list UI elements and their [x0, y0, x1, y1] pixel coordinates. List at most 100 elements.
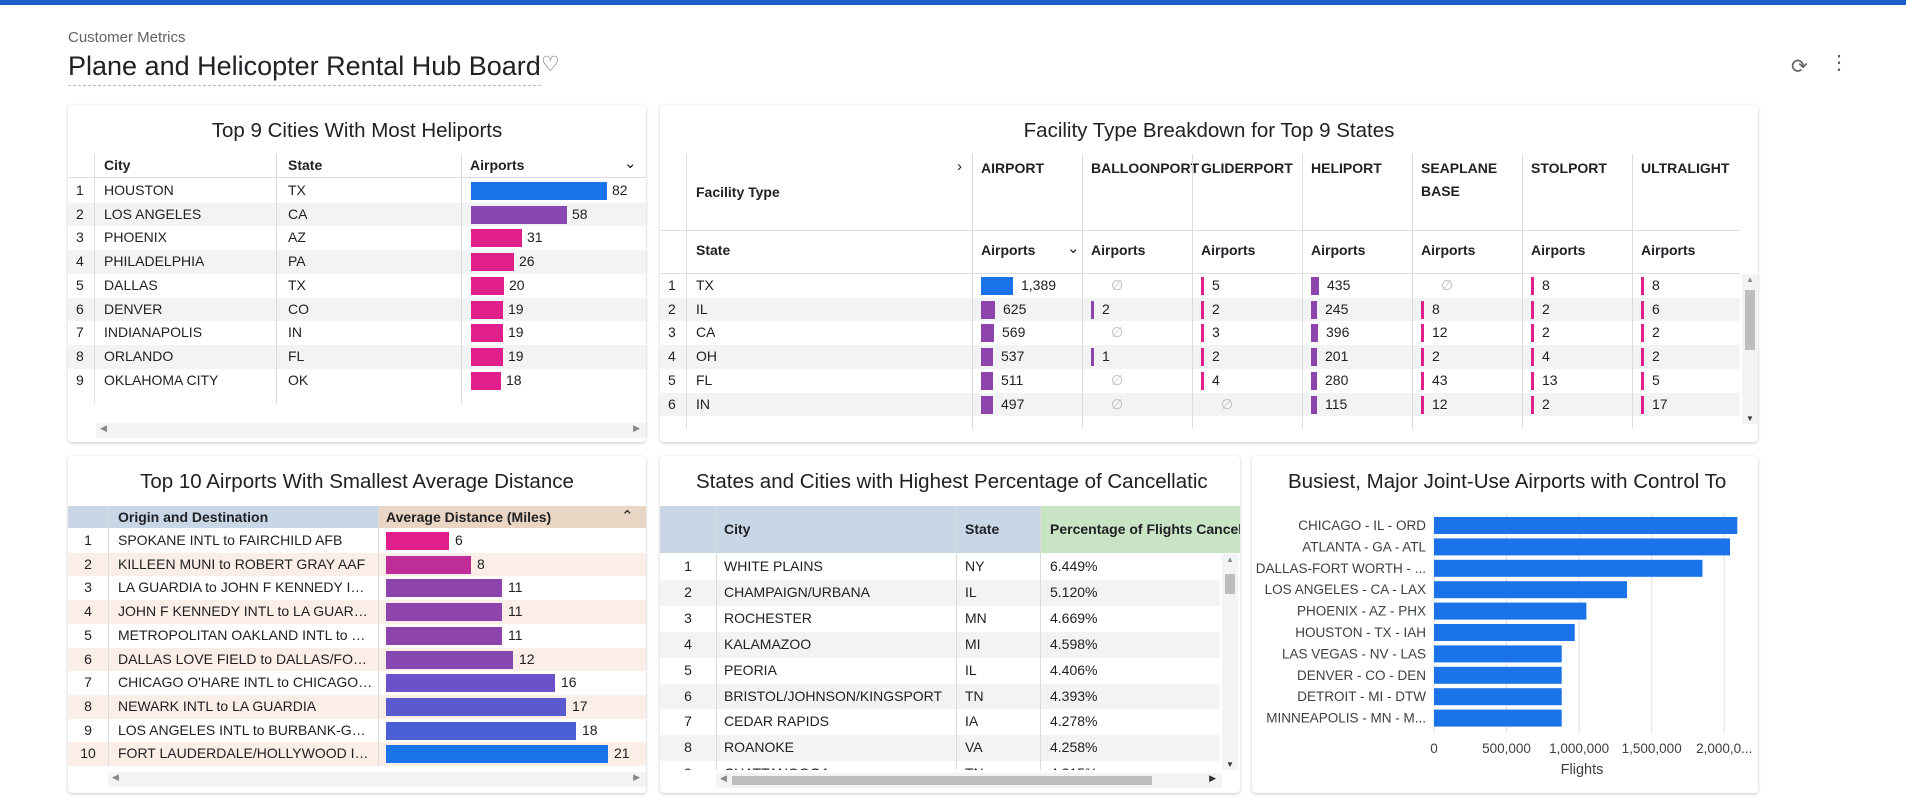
facility-value: 201	[1325, 348, 1349, 365]
facility-type-header[interactable]: BALLOONPORT	[1091, 157, 1199, 180]
category-label: MINNEAPOLIS - MN - M...	[1266, 711, 1426, 726]
table-row[interactable]: 3 LA GUARDIA to JOHN F KENNEDY INTL 11	[68, 576, 646, 601]
column-header-state[interactable]: State	[288, 157, 322, 173]
table-row[interactable]: 3 ROCHESTER MN 4.669%	[660, 605, 1220, 632]
bar[interactable]	[1434, 624, 1575, 641]
measure-header-airports[interactable]: Airports	[1641, 242, 1695, 258]
state-cell: OK	[288, 371, 309, 388]
table-row[interactable]: 7 INDIANAPOLIS IN 19	[68, 321, 646, 345]
category-label: DENVER - CO - DEN	[1297, 668, 1426, 683]
table-row[interactable]: 1 TX 1,389 ∅ 5 435 ∅ 8 8	[660, 274, 1740, 298]
table-row[interactable]: 7 CEDAR RAPIDS IA 4.278%	[660, 709, 1220, 736]
measure-header-airports[interactable]: Airports	[1091, 242, 1145, 258]
table-row[interactable]: 1 WHITE PLAINS NY 6.449%	[660, 554, 1220, 580]
facility-bar	[981, 300, 995, 319]
table-row[interactable]: 3 CA 569 ∅ 3 396 12 2 2	[660, 321, 1740, 345]
bar[interactable]	[1434, 645, 1562, 663]
horizontal-scrollbar[interactable]: ◀ ▶	[96, 423, 646, 438]
facility-type-header[interactable]: AIRPORT	[981, 157, 1081, 180]
table-row[interactable]: 8 NEWARK INTL to LA GUARDIA 17	[68, 694, 646, 719]
column-header-state[interactable]: State	[965, 521, 999, 537]
table-row[interactable]: 6 DALLAS LOVE FIELD to DALLAS/FORT ... 12	[68, 647, 646, 672]
table-row[interactable]: 5 PEORIA IL 4.406%	[660, 657, 1220, 684]
bar[interactable]	[1434, 709, 1562, 727]
heart-outline-icon[interactable]: ♡	[541, 52, 560, 77]
bar[interactable]	[1434, 538, 1731, 556]
state-cell: IA	[965, 713, 979, 730]
table-row[interactable]: 6 BRISTOL/JOHNSON/KINGSPORT TN 4.393%	[660, 683, 1220, 710]
table-row[interactable]: 6 DENVER CO 19	[68, 297, 646, 322]
row-number: 9	[76, 371, 84, 388]
table-row[interactable]: 5 METROPOLITAN OAKLAND INTL to SA... 11	[68, 623, 646, 648]
facility-type-header[interactable]: GLIDERPORT	[1201, 157, 1301, 180]
column-header-origin-destination[interactable]: Origin and Destination	[118, 509, 268, 525]
chevron-down-icon[interactable]: ⌄	[1067, 239, 1080, 257]
column-divider	[1632, 154, 1633, 429]
facility-bar	[1201, 348, 1204, 367]
breadcrumb[interactable]: Customer Metrics	[68, 29, 186, 46]
table-row[interactable]: 2 LOS ANGELES CA 58	[68, 202, 646, 227]
table-row[interactable]: 9 OKLAHOMA CITY OK 18	[68, 369, 646, 393]
chevron-up-icon[interactable]: ⌃	[621, 507, 634, 525]
facility-value: 1	[1102, 348, 1110, 365]
table-row[interactable]: 9 CHATTANOOGA TN 4.215%	[660, 761, 1220, 770]
measure-header-airports[interactable]: Airports	[1421, 242, 1475, 258]
table-row[interactable]: 2 CHAMPAIGN/URBANA IL 5.120%	[660, 579, 1220, 606]
table-row[interactable]: 10 FORT LAUDERDALE/HOLLYWOOD INTL ... 21	[68, 742, 646, 766]
bar[interactable]	[1434, 602, 1587, 620]
bar[interactable]	[1434, 559, 1703, 577]
table-row[interactable]: 3 PHOENIX AZ 31	[68, 226, 646, 250]
facility-type-header[interactable]: ULTRALIGHT	[1641, 157, 1741, 180]
state-cell: CA	[696, 324, 716, 341]
chevron-down-icon[interactable]: ⌄	[624, 154, 637, 172]
category-label: PHOENIX - AZ - PHX	[1297, 604, 1426, 619]
category-label: DALLAS-FORT WORTH - ...	[1256, 561, 1426, 576]
vertical-scrollbar[interactable]: ▲ ▼	[1742, 274, 1758, 424]
facility-type-header[interactable]: STOLPORT	[1531, 157, 1631, 180]
table-row[interactable]: 2 KILLEEN MUNI to ROBERT GRAY AAF 8	[68, 552, 646, 577]
city-cell: LOS ANGELES	[104, 205, 202, 222]
bar[interactable]	[1434, 666, 1562, 684]
bar[interactable]	[1434, 688, 1562, 706]
table-row[interactable]: 4 KALAMAZOO MI 4.598%	[660, 631, 1220, 658]
facility-value: 245	[1325, 300, 1349, 317]
facility-value: 569	[1002, 324, 1026, 341]
facility-type-header[interactable]: SEAPLANE BASE	[1421, 157, 1521, 203]
row-number: 10	[80, 745, 96, 762]
measure-header-airports[interactable]: Airports	[981, 242, 1035, 258]
table-row[interactable]: 2 IL 625 2 2 245 8 2 6	[660, 297, 1740, 322]
table-row[interactable]: 6 IN 497 ∅ ∅ 115 12 2 17	[660, 392, 1740, 417]
table-row[interactable]: 1 SPOKANE INTL to FAIRCHILD AFB 6	[68, 529, 646, 553]
refresh-icon[interactable]: ⟳	[1791, 54, 1808, 79]
horizontal-scrollbar[interactable]: ◀ ▶	[716, 773, 1222, 788]
table-row[interactable]: 4 JOHN F KENNEDY INTL to LA GUARDIA 11	[68, 600, 646, 624]
table-row[interactable]: 1 HOUSTON TX 82	[68, 179, 646, 203]
bar[interactable]	[1434, 517, 1738, 534]
column-header-airports[interactable]: Airports	[470, 157, 524, 173]
table-row[interactable]: 8 ORLANDO FL 19	[68, 344, 646, 369]
column-header-city[interactable]: City	[724, 521, 750, 537]
table-row[interactable]: 4 OH 537 1 2 201 2 4 2	[660, 345, 1740, 369]
table-row[interactable]: 7 CHICAGO O'HARE INTL to CHICAGO MI... 16	[68, 671, 646, 695]
row-number: 2	[84, 555, 92, 572]
measure-header-airports[interactable]: Airports	[1201, 242, 1255, 258]
table-row[interactable]: 8 ROANOKE VA 4.258%	[660, 735, 1220, 762]
more-vert-icon[interactable]: ⋮	[1829, 53, 1849, 73]
table-row[interactable]: 4 PHILADELPHIA PA 26	[68, 250, 646, 274]
bar[interactable]	[1434, 581, 1628, 599]
vertical-scrollbar[interactable]: ▲ ▼	[1222, 554, 1238, 770]
distance-bar	[386, 626, 502, 645]
measure-header-airports[interactable]: Airports	[1531, 242, 1585, 258]
chevron-right-icon[interactable]: ›	[957, 158, 962, 175]
column-header-percentage-cancelled[interactable]: Percentage of Flights Cancelled	[1050, 521, 1240, 537]
table-row[interactable]: 9 LOS ANGELES INTL to BURBANK-GLEN... 18	[68, 718, 646, 743]
table-row[interactable]: 5 FL 511 ∅ 4 280 43 13 5	[660, 369, 1740, 393]
facility-type-header[interactable]: HELIPORT	[1311, 157, 1411, 180]
row-header-state[interactable]: State	[696, 242, 730, 258]
column-header-average-distance[interactable]: Average Distance (Miles)	[386, 509, 551, 525]
horizontal-scrollbar[interactable]: ◀ ▶	[108, 772, 646, 787]
table-row[interactable]: 5 DALLAS TX 20	[68, 274, 646, 298]
column-header-city[interactable]: City	[104, 157, 130, 173]
table-body: 1 HOUSTON TX 82 2 LOS ANGELES CA 58 3 PHOENIX AZ 31…	[68, 179, 646, 404]
measure-header-airports[interactable]: Airports	[1311, 242, 1365, 258]
